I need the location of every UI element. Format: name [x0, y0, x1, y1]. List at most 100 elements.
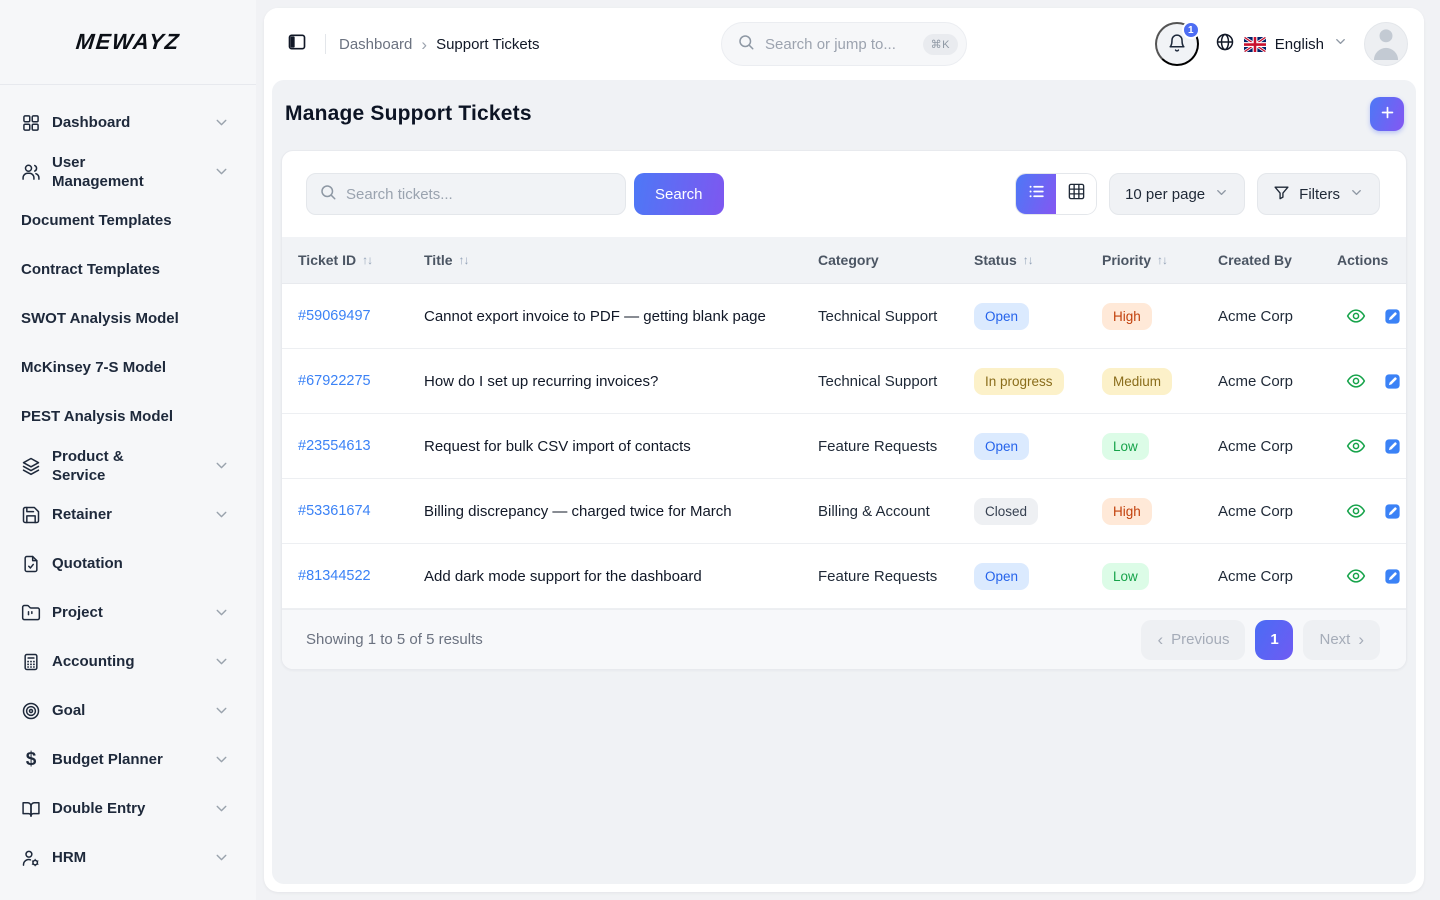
sidebar-item-project[interactable]: Project	[21, 588, 230, 637]
ticket-search-field[interactable]	[306, 173, 626, 215]
sidebar-item-label: Contract Templates	[21, 260, 160, 279]
edit-ticket-button[interactable]	[1383, 502, 1402, 521]
ticket-created-by: Acme Corp	[1218, 503, 1337, 520]
global-search[interactable]: Search or jump to... ⌘K	[721, 22, 967, 66]
sort-icon: ↑↓	[362, 253, 372, 267]
list-view-button[interactable]	[1016, 174, 1056, 214]
sidebar-item-label: Double Entry	[52, 799, 145, 818]
dashboard-icon	[21, 113, 41, 133]
column-header-title[interactable]: Title↑↓	[424, 252, 818, 268]
ticket-category: Technical Support	[818, 308, 974, 325]
table-row: #53361674Billing discrepancy — charged t…	[282, 479, 1406, 544]
sidebar-item-label: Project	[52, 603, 103, 622]
list-icon	[1027, 182, 1046, 206]
chevron-left-icon: ‹	[1157, 631, 1163, 648]
edit-ticket-button[interactable]	[1383, 437, 1402, 456]
view-ticket-button[interactable]	[1346, 566, 1366, 586]
sidebar-item-label: Goal	[52, 701, 85, 720]
search-icon	[737, 33, 755, 56]
per-page-value: 10 per page	[1125, 186, 1205, 203]
sidebar-item-mckinsey-7-s-model[interactable]: McKinsey 7-S Model	[21, 343, 230, 392]
sidebar-item-hrm[interactable]: HRM	[21, 833, 230, 882]
sidebar-item-quotation[interactable]: Quotation	[21, 539, 230, 588]
avatar[interactable]	[1364, 22, 1408, 66]
next-button[interactable]: Next ›	[1303, 620, 1380, 660]
table-row: #81344522Add dark mode support for the d…	[282, 544, 1406, 609]
table-icon	[1067, 182, 1086, 206]
edit-ticket-button[interactable]	[1383, 372, 1402, 391]
folder-kanban-icon	[21, 603, 41, 623]
sidebar-item-label: Document Templates	[21, 211, 172, 230]
column-header-status[interactable]: Status↑↓	[974, 252, 1102, 268]
view-ticket-button[interactable]	[1346, 306, 1366, 326]
users-icon	[21, 162, 41, 182]
sidebar-item-document-templates[interactable]: Document Templates	[21, 196, 230, 245]
sort-icon: ↑↓	[1157, 253, 1167, 267]
divider	[325, 34, 326, 54]
chevron-down-icon	[213, 163, 230, 180]
sidebar-item-goal[interactable]: Goal	[21, 686, 230, 735]
book-open-icon	[21, 799, 41, 819]
sidebar-item-double-entry[interactable]: Double Entry	[21, 784, 230, 833]
sidebar-item-contract-templates[interactable]: Contract Templates	[21, 245, 230, 294]
priority-badge: Low	[1102, 433, 1149, 460]
ticket-id-link[interactable]: #59069497	[298, 308, 424, 324]
view-ticket-button[interactable]	[1346, 371, 1366, 391]
language-selector[interactable]: English	[1213, 32, 1350, 57]
view-ticket-button[interactable]	[1346, 436, 1366, 456]
table-header: Ticket ID↑↓Title↑↓CategoryStatus↑↓Priori…	[282, 237, 1406, 284]
ticket-id-link[interactable]: #53361674	[298, 503, 424, 519]
ticket-search-input[interactable]	[346, 186, 613, 203]
view-ticket-button[interactable]	[1346, 501, 1366, 521]
chevron-down-icon	[213, 849, 230, 866]
sidebar-item-label: McKinsey 7-S Model	[21, 358, 166, 377]
previous-button[interactable]: ‹ Previous	[1141, 620, 1245, 660]
sidebar-item-product-service[interactable]: Product & Service	[21, 441, 230, 490]
pagination-bar: Showing 1 to 5 of 5 results ‹ Previous 1…	[282, 609, 1406, 669]
sidebar-item-pest-analysis-model[interactable]: PEST Analysis Model	[21, 392, 230, 441]
ticket-title: Request for bulk CSV import of contacts	[424, 438, 818, 455]
chevron-down-icon	[213, 702, 230, 719]
sidebar-item-user-management[interactable]: User Management	[21, 147, 230, 196]
sidebar-item-retainer[interactable]: Retainer	[21, 490, 230, 539]
priority-cell: Low	[1102, 433, 1218, 460]
filters-button[interactable]: Filters	[1257, 173, 1380, 215]
ticket-title: Billing discrepancy — charged twice for …	[424, 503, 818, 520]
actions-cell	[1337, 566, 1406, 586]
brand-logo-area: MEWAYZ	[0, 0, 256, 85]
actions-cell	[1337, 306, 1406, 326]
ticket-id-link[interactable]: #67922275	[298, 373, 424, 389]
sidebar-item-accounting[interactable]: Accounting	[21, 637, 230, 686]
edit-ticket-button[interactable]	[1383, 567, 1402, 586]
sidebar-item-swot-analysis-model[interactable]: SWOT Analysis Model	[21, 294, 230, 343]
search-button[interactable]: Search	[634, 173, 724, 215]
status-badge: Open	[974, 563, 1029, 590]
per-page-select[interactable]: 10 per page	[1109, 173, 1245, 215]
chevron-down-icon	[213, 800, 230, 817]
page-1-button[interactable]: 1	[1255, 620, 1293, 660]
topbar: Dashboard › Support Tickets Search or ju…	[264, 8, 1424, 80]
add-ticket-button[interactable]	[1370, 97, 1404, 131]
column-header-priority[interactable]: Priority↑↓	[1102, 252, 1218, 268]
status-badge: Open	[974, 303, 1029, 330]
tickets-toolbar: Search 10 per page Filters	[282, 151, 1406, 237]
sidebar-toggle-button[interactable]	[282, 29, 312, 59]
chevron-right-icon: ›	[1358, 631, 1364, 648]
sidebar-item-label: HRM	[52, 848, 86, 867]
notifications-button[interactable]: 1	[1155, 22, 1199, 66]
priority-cell: Medium	[1102, 368, 1218, 395]
breadcrumb-dashboard[interactable]: Dashboard	[339, 36, 412, 53]
column-header-ticket-id[interactable]: Ticket ID↑↓	[298, 252, 424, 268]
status-badge: In progress	[974, 368, 1064, 395]
content-area: Manage Support Tickets Search 10 per pag…	[272, 80, 1416, 884]
plus-icon	[1379, 104, 1396, 124]
ticket-category: Feature Requests	[818, 568, 974, 585]
ticket-id-link[interactable]: #81344522	[298, 568, 424, 584]
edit-ticket-button[interactable]	[1383, 307, 1402, 326]
sidebar-item-dashboard[interactable]: Dashboard	[21, 98, 230, 147]
ticket-id-link[interactable]: #23554613	[298, 438, 424, 454]
search-icon	[319, 183, 337, 206]
grid-view-button[interactable]	[1056, 174, 1096, 214]
sidebar-item-budget-planner[interactable]: $Budget Planner	[21, 735, 230, 784]
sidebar-item-label: Quotation	[52, 554, 123, 573]
